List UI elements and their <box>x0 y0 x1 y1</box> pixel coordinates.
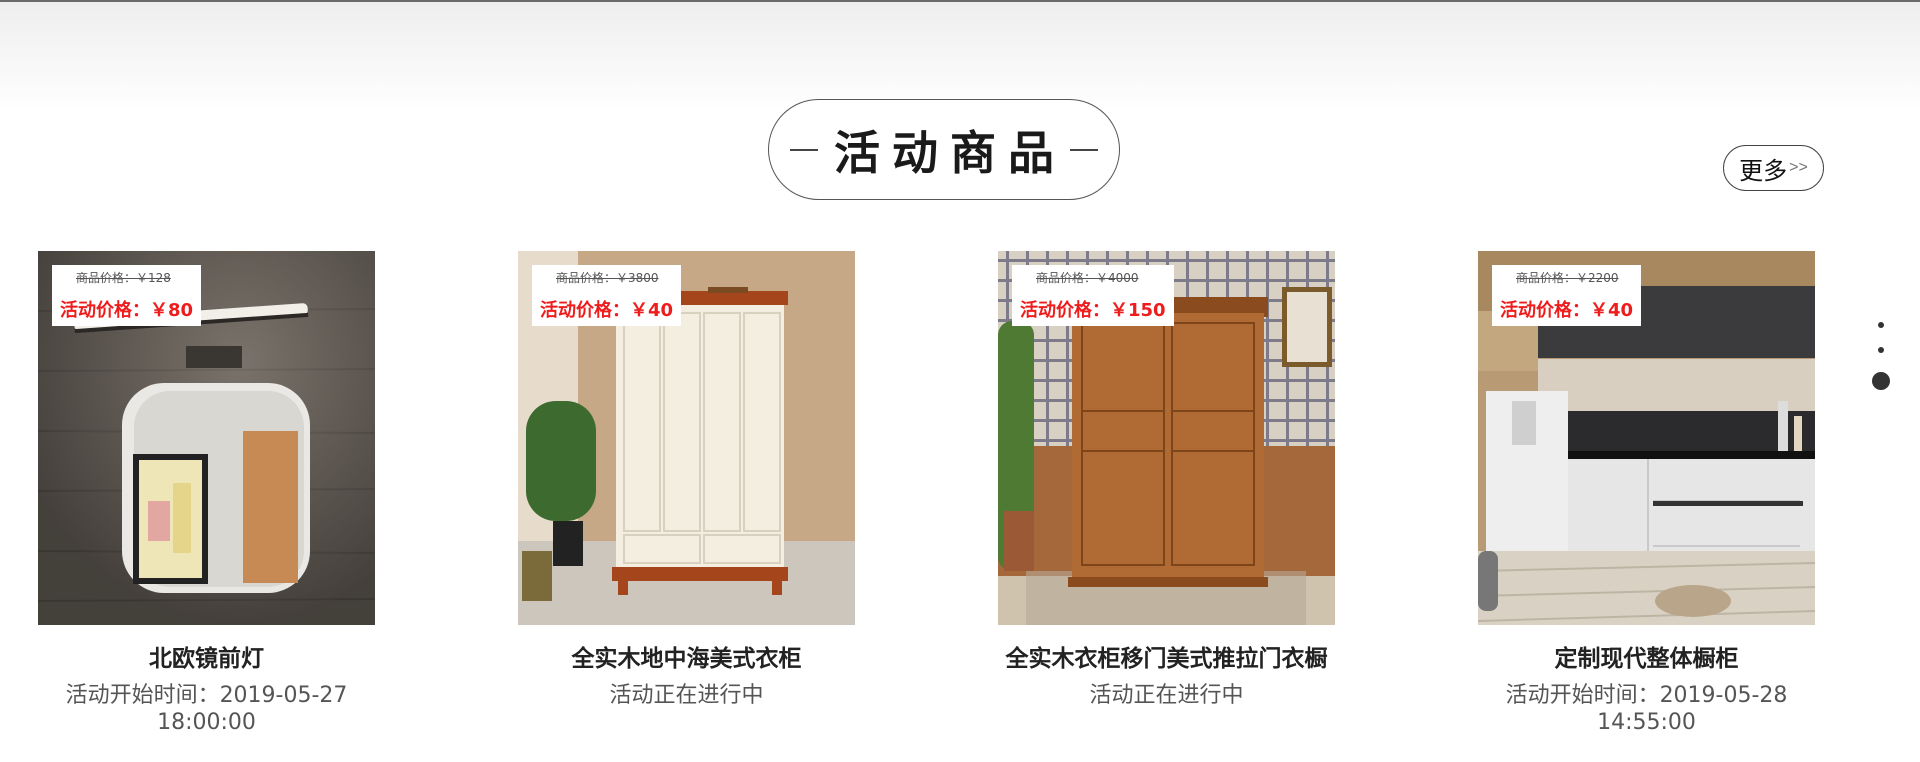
product-name[interactable]: 全实木衣柜移门美式推拉门衣橱 <box>998 639 1335 673</box>
price-tag: 商品价格：￥128 活动价格：￥80 <box>52 265 202 326</box>
title-left-dash <box>790 148 818 151</box>
product-card-kitchen-cabinet[interactable]: 商品价格：￥2200 活动价格：￥40 定制现代整体橱柜 活动开始时间：2019… <box>1478 251 1815 736</box>
product-card-mediterranean-wardrobe[interactable]: 商品价格：￥3800 活动价格：￥40 全实木地中海美式衣柜 活动正在进行中 <box>518 251 855 709</box>
product-image[interactable]: 商品价格：￥4000 活动价格：￥150 <box>998 251 1335 625</box>
carousel-pager <box>1870 322 1892 390</box>
activity-status-line1: 活动正在进行中 <box>1089 683 1244 708</box>
section-title-badge: 活动商品 <box>768 99 1120 200</box>
product-name[interactable]: 定制现代整体橱柜 <box>1478 639 1815 673</box>
activity-status: 活动正在进行中 <box>998 682 1335 709</box>
original-price: 商品价格：￥128 <box>76 271 171 285</box>
double-chevron-right-icon: >> <box>1789 159 1808 176</box>
product-card-sliding-wardrobe[interactable]: 商品价格：￥4000 活动价格：￥150 全实木衣柜移门美式推拉门衣橱 活动正在… <box>998 251 1335 709</box>
product-image[interactable]: 商品价格：￥128 活动价格：￥80 <box>38 251 375 625</box>
top-gradient-band <box>0 0 1920 112</box>
original-price: 商品价格：￥3800 <box>556 271 659 285</box>
product-name[interactable]: 北欧镜前灯 <box>38 639 375 673</box>
price-tag: 商品价格：￥4000 活动价格：￥150 <box>1012 265 1174 326</box>
more-button[interactable]: 更多 >> <box>1723 145 1824 191</box>
activity-status-line1: 活动正在进行中 <box>609 683 764 708</box>
original-price: 商品价格：￥2200 <box>1516 271 1619 285</box>
product-name[interactable]: 全实木地中海美式衣柜 <box>518 639 855 673</box>
activity-status-line2: 14:55:00 <box>1597 710 1696 735</box>
activity-status-line1: 活动开始时间：2019-05-27 <box>65 683 348 708</box>
title-right-dash <box>1070 148 1098 151</box>
activity-status-line1: 活动开始时间：2019-05-28 <box>1505 683 1788 708</box>
product-image[interactable]: 商品价格：￥3800 活动价格：￥40 <box>518 251 855 625</box>
product-image[interactable]: 商品价格：￥2200 活动价格：￥40 <box>1478 251 1815 625</box>
activity-status: 活动开始时间：2019-05-28 14:55:00 <box>1478 682 1815 736</box>
activity-price: 活动价格：￥40 <box>1500 300 1634 321</box>
price-tag: 商品价格：￥3800 活动价格：￥40 <box>532 265 682 326</box>
more-button-label: 更多 <box>1739 156 1788 185</box>
pager-dot[interactable] <box>1878 347 1884 353</box>
activity-status: 活动正在进行中 <box>518 682 855 709</box>
original-price: 商品价格：￥4000 <box>1036 271 1139 285</box>
activity-price: 活动价格：￥40 <box>540 300 674 321</box>
activity-price: 活动价格：￥80 <box>60 300 194 321</box>
section-title: 活动商品 <box>834 125 1066 180</box>
pager-dot[interactable] <box>1878 322 1884 328</box>
activity-status: 活动开始时间：2019-05-27 18:00:00 <box>38 682 375 736</box>
activity-price: 活动价格：￥150 <box>1020 300 1166 321</box>
price-tag: 商品价格：￥2200 活动价格：￥40 <box>1492 265 1642 326</box>
pager-dot-active[interactable] <box>1872 372 1890 390</box>
product-card-mirror-light[interactable]: 商品价格：￥128 活动价格：￥80 北欧镜前灯 活动开始时间：2019-05-… <box>38 251 375 736</box>
activity-status-line2: 18:00:00 <box>157 710 256 735</box>
